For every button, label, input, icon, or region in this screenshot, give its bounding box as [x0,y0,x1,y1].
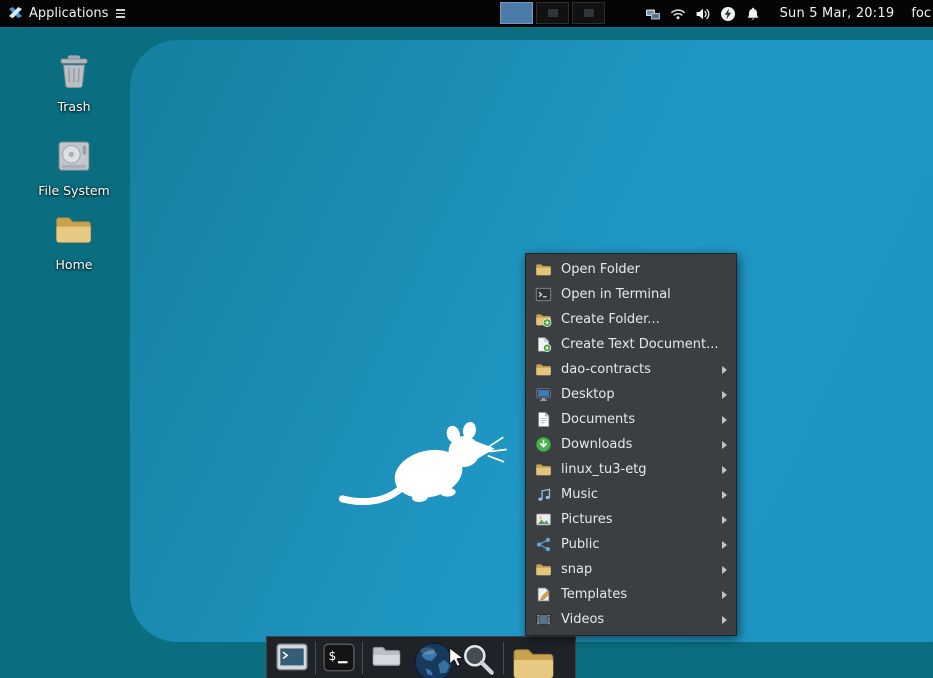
folder-icon [535,461,552,478]
notifications-bell-icon[interactable] [745,6,761,22]
menu-item-desktop[interactable]: Desktop [526,382,736,407]
applications-label: Applications [29,6,108,21]
xfce-logo-icon [8,6,23,21]
desktop-icon [535,386,552,403]
desktop-icon-label: Home [56,257,93,272]
submenu-arrow-icon [722,516,727,524]
music-icon [535,486,552,503]
dock-separator [362,642,363,674]
svg-text:$: $ [328,649,336,664]
folder-icon [535,261,552,278]
desktop-icon-label: File System [38,183,110,198]
submenu-arrow-icon [722,616,727,624]
bottom-dock: $ [266,636,576,678]
menu-item-create-folder[interactable]: Create Folder... [526,307,736,332]
submenu-arrow-icon [722,591,727,599]
xterm-launcher-icon[interactable] [275,641,309,675]
document-icon [535,411,552,428]
menu-item-open-folder[interactable]: Open Folder [526,257,736,282]
xfce-mouse-logo [333,410,512,524]
download-icon [535,436,552,453]
submenu-arrow-icon [722,566,727,574]
video-icon [535,611,552,628]
top-panel: Applications Sun 5 Mar, 20:19 foc [0,0,933,27]
new-folder-icon [535,311,552,328]
xfce-desktop: Applications Sun 5 Mar, 20:19 foc Trash … [0,0,933,678]
template-icon [535,586,552,603]
mouse-cursor [445,646,467,668]
submenu-arrow-icon [722,541,727,549]
terminal-launcher-icon[interactable]: $ [322,641,356,675]
desktop-icon-trash[interactable]: Trash [24,50,124,114]
desktop-icon-home[interactable]: Home [24,210,124,272]
folder-icon [535,561,552,578]
clock[interactable]: Sun 5 Mar, 20:19 [780,6,895,21]
desktop-context-menu: Open Folder Open in Terminal Create Fold… [525,253,737,636]
workspace-button-1[interactable] [500,2,533,24]
menu-item-snap[interactable]: snap [526,557,736,582]
menu-item-videos[interactable]: Videos [526,607,736,632]
workspace-button-3[interactable] [572,2,605,24]
menu-item-downloads[interactable]: Downloads [526,432,736,457]
submenu-arrow-icon [722,441,727,449]
home-folder-icon [52,210,96,252]
wifi-icon[interactable] [670,6,686,22]
applications-menu-button[interactable]: Applications [0,0,133,27]
new-document-icon [535,336,552,353]
submenu-arrow-icon [722,491,727,499]
power-manager-icon[interactable] [720,6,736,22]
menu-item-open-in-terminal[interactable]: Open in Terminal [526,282,736,307]
submenu-arrow-icon [722,391,727,399]
system-tray: Sun 5 Mar, 20:19 foc [645,0,933,27]
share-icon [535,536,552,553]
dock-separator [503,642,504,674]
menu-item-music[interactable]: Music [526,482,736,507]
menu-item-templates[interactable]: Templates [526,582,736,607]
menu-item-pictures[interactable]: Pictures [526,507,736,532]
desktop-icon-label: Trash [57,99,90,114]
submenu-arrow-icon [722,366,727,374]
menu-item-linux-tu3-etg[interactable]: linux_tu3-etg [526,457,736,482]
menu-item-public[interactable]: Public [526,532,736,557]
workspace-button-2[interactable] [536,2,569,24]
picture-icon [535,511,552,528]
submenu-arrow-icon [722,466,727,474]
volume-icon[interactable] [695,6,711,22]
desktop-icon-file-system[interactable]: File System [24,136,124,198]
trash-icon [53,50,95,94]
folder-icon [535,361,552,378]
menu-lines-icon [116,9,125,18]
hard-drive-icon [53,136,95,178]
menu-item-dao-contracts[interactable]: dao-contracts [526,357,736,382]
folder-launcher-icon[interactable] [510,641,558,678]
menu-item-documents[interactable]: Documents [526,407,736,432]
menu-item-create-text-document[interactable]: Create Text Document... [526,332,736,357]
network-icon[interactable] [645,6,661,22]
panel-right-text: foc [911,6,931,21]
submenu-arrow-icon [722,416,727,424]
dock-separator [315,642,316,674]
workspace-pager [500,2,605,24]
terminal-icon [535,286,552,303]
file-manager-launcher-icon[interactable] [369,641,405,675]
